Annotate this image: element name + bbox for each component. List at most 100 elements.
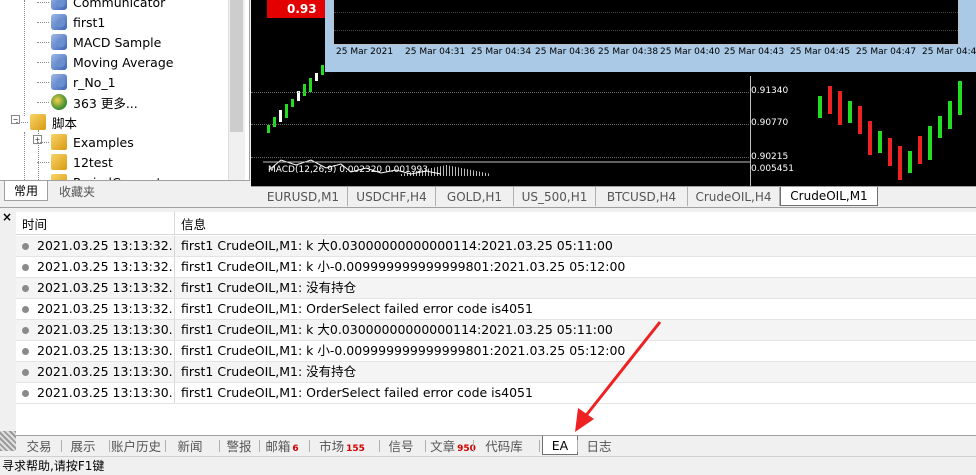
price-label: 0.91340	[751, 86, 789, 96]
navigator-item-label: Moving Average	[73, 54, 174, 70]
tab-favorites[interactable]: 收藏夹	[48, 181, 106, 201]
current-price-badge: 0.93	[267, 0, 329, 18]
navigator-item[interactable]: 脚本	[30, 112, 77, 132]
log-row[interactable]: 2021.03.25 13:13:30.… first1 CrudeOIL,M1:…	[16, 320, 976, 341]
navigator-scroll-thumb[interactable]	[230, 0, 243, 132]
log-message: first1 CrudeOIL,M1: 没有持仓	[174, 278, 356, 298]
log-level-icon	[22, 306, 29, 313]
status-bar: 寻求帮助,请按F1键	[0, 456, 976, 475]
indicator-value-label: 0.005451	[751, 164, 794, 174]
candle	[321, 65, 324, 75]
tab-separator	[259, 440, 260, 452]
time-axis-label: 25 Mar 04:34	[471, 47, 532, 57]
terminal-tab[interactable]: EA	[542, 436, 578, 455]
navigator-item[interactable]: Communicator	[51, 0, 165, 12]
terminal-tab-badge: 155	[346, 443, 365, 454]
navigator-item[interactable]: 363 更多...	[51, 92, 138, 112]
log-level-icon	[22, 369, 29, 376]
log-row[interactable]: 2021.03.25 13:13:32.… first1 CrudeOIL,M1:…	[16, 236, 976, 257]
terminal-tab[interactable]: 日志	[580, 436, 618, 455]
chart-tab[interactable]: GOLD,H1	[436, 187, 514, 206]
macd-histogram-bar	[437, 166, 438, 176]
log-row[interactable]: 2021.03.25 13:13:30.… first1 CrudeOIL,M1:…	[16, 341, 976, 362]
expert-advisor-icon	[51, 0, 67, 10]
globe-icon	[51, 94, 67, 110]
log-row[interactable]: 2021.03.25 13:13:32.… first1 CrudeOIL,M1:…	[16, 299, 976, 320]
time-axis-label: 25 Mar 04:47	[856, 47, 917, 57]
navigator-item[interactable]: 12test	[51, 152, 113, 172]
navigator-tree: − + Communicator first1 MACD Sample Moving …	[0, 0, 228, 180]
log-row[interactable]: 2021.03.25 13:13:30.… first1 CrudeOIL,M1:…	[16, 362, 976, 383]
candle	[828, 86, 832, 114]
navigator-item[interactable]: r_No_1	[51, 72, 116, 92]
navigator-item[interactable]: Moving Average	[51, 52, 173, 72]
candle	[858, 106, 862, 134]
log-level-icon	[22, 390, 29, 397]
time-axis-label: 25 Mar 04:31	[405, 47, 466, 57]
terminal-tab-label: 账户历史	[111, 439, 162, 454]
close-terminal-button[interactable]: ×	[2, 211, 14, 223]
price-label: 0.90215	[751, 152, 789, 162]
time-axis-label: 25 Mar 04:49	[922, 47, 976, 57]
navigator-item[interactable]: first1	[51, 12, 105, 32]
column-message[interactable]: 信息	[174, 212, 976, 235]
chart-tab[interactable]: CrudeOIL,M1	[780, 187, 878, 206]
terminal-tab[interactable]: 市场 155	[312, 436, 372, 455]
chart-tab[interactable]: US_500,H1	[514, 187, 596, 206]
macd-histogram-bar	[455, 166, 456, 176]
macd-histogram-bar	[434, 167, 435, 176]
terminal-tab[interactable]: 邮箱 6	[262, 436, 302, 455]
terminal-tab[interactable]: 文章 950	[428, 436, 478, 455]
candle	[273, 117, 276, 127]
tab-common[interactable]: 常用	[4, 181, 48, 201]
terminal-tab[interactable]: 信号	[382, 436, 420, 455]
candle	[948, 101, 952, 129]
crudeoil-candles	[818, 81, 962, 180]
log-message: first1 CrudeOIL,M1: k 小-0.00999999999999…	[174, 257, 625, 277]
candle	[267, 125, 270, 133]
time-axis-label: 25 Mar 04:45	[790, 47, 851, 57]
terminal-tab[interactable]: 交易	[22, 436, 56, 455]
log-message: first1 CrudeOIL,M1: OrderSelect failed e…	[174, 299, 533, 319]
log-message: first1 CrudeOIL,M1: k 小-0.00999999999999…	[174, 341, 625, 361]
terminal-tab-label: 警报	[226, 439, 252, 454]
chart-tab[interactable]: CrudeOIL,H4	[688, 187, 780, 206]
chart-tab[interactable]: EURUSD,M1	[259, 187, 348, 206]
tree-line	[24, 132, 25, 180]
navigator-item[interactable]: MACD Sample	[51, 32, 161, 52]
crudeoil-chart[interactable]	[810, 76, 976, 186]
terminal-tab-label: 交易	[26, 439, 52, 454]
tree-line	[16, 122, 28, 123]
macd-histogram-bar	[488, 173, 489, 176]
tree-line	[37, 102, 49, 103]
log-time: 2021.03.25 13:13:32.…	[37, 280, 173, 295]
log-row[interactable]: 2021.03.25 13:13:30.… first1 CrudeOIL,M1:…	[16, 383, 976, 404]
navigator-item-label: r_No_1	[73, 74, 116, 90]
tab-separator	[473, 440, 474, 452]
scripts-folder-icon	[51, 134, 67, 150]
terminal-tab[interactable]: 新闻	[168, 436, 212, 455]
macd-histogram-bar	[485, 172, 486, 176]
candle	[309, 78, 312, 92]
terminal-tab[interactable]: 代码库	[476, 436, 532, 455]
log-row[interactable]: 2021.03.25 13:13:32.… first1 CrudeOIL,M1:…	[16, 278, 976, 299]
chart-tab[interactable]: BTCUSD,H4	[596, 187, 688, 206]
navigator-item[interactable]: Examples	[51, 132, 134, 152]
macd-histogram-bar	[446, 165, 447, 176]
expert-advisor-icon	[51, 34, 67, 50]
candle	[908, 151, 912, 173]
navigator-item[interactable]: PeriodConverter	[51, 172, 174, 180]
log-message: first1 CrudeOIL,M1: 没有持仓	[174, 362, 356, 382]
column-time[interactable]: 时间	[16, 212, 174, 235]
log-row[interactable]: 2021.03.25 13:13:32.… first1 CrudeOIL,M1:…	[16, 257, 976, 278]
terminal-tab[interactable]: 展示	[64, 436, 102, 455]
terminal-tab[interactable]: 警报	[222, 436, 256, 455]
terminal-tab[interactable]: 账户历史	[111, 436, 162, 455]
mini-chart-window[interactable]: 25 Mar 2021 25 Mar 04:31 25 Mar 04:34 25 Ma…	[325, 0, 976, 72]
candle	[303, 84, 306, 96]
macd-histogram-bar	[467, 169, 468, 176]
macd-histogram-bar	[458, 167, 459, 176]
terminal-grip[interactable]	[0, 431, 16, 451]
chart-tab[interactable]: USDCHF,H4	[348, 187, 436, 206]
scripts-folder-icon	[30, 114, 46, 130]
